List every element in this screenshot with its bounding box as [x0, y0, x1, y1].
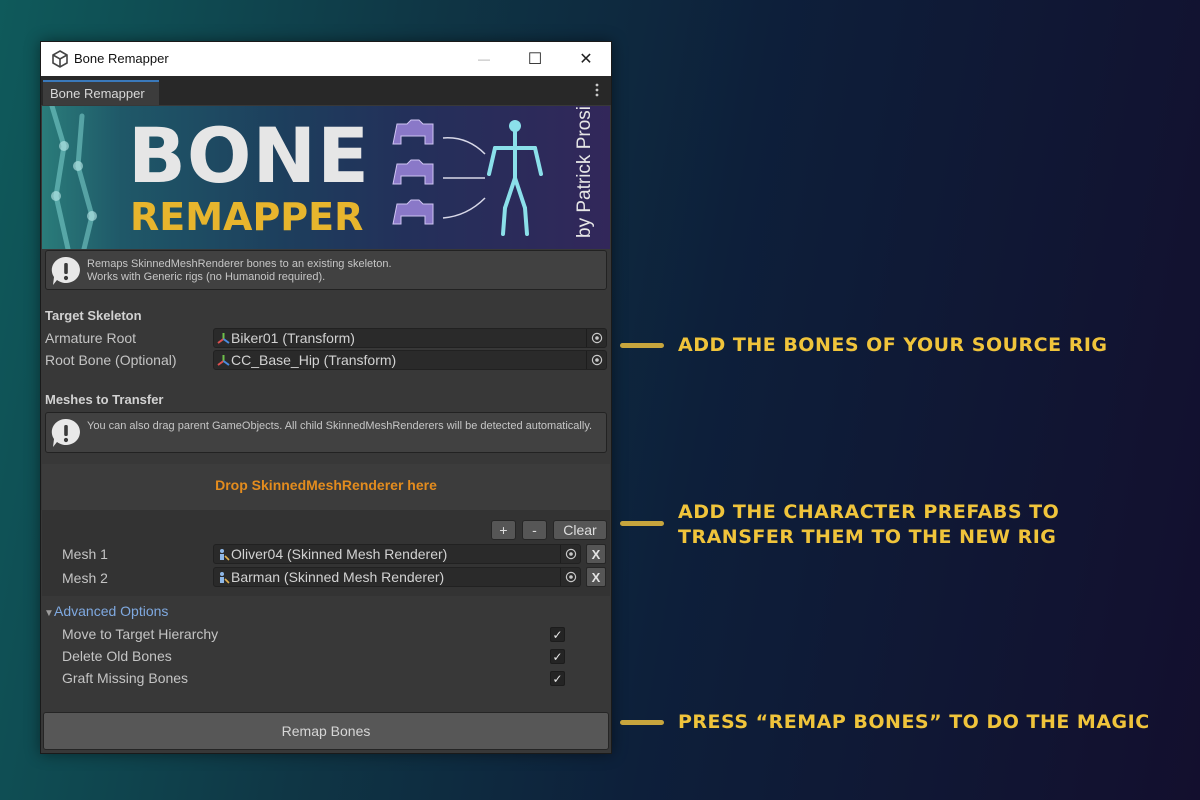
remove-mesh-1-label: X: [591, 546, 601, 562]
info-line-1: Remaps SkinnedMeshRenderer bones to an e…: [87, 258, 392, 270]
info-line-2: Works with Generic rigs (no Humanoid req…: [87, 271, 326, 283]
header-banner: BONE REMAPPER by Patrick Prosic: [42, 106, 610, 249]
transform-icon: [217, 333, 230, 344]
drop-zone-text: Drop SkinnedMeshRenderer here: [215, 477, 437, 493]
skeleton-silhouette-icon: [49, 106, 97, 249]
object-picker-icon: [591, 332, 602, 344]
title-bar: Bone Remapper — ☐ ✕: [41, 42, 611, 76]
remove-mesh-label: -: [532, 522, 537, 538]
info-helpbox: Remaps SkinnedMeshRenderer bones to an e…: [45, 250, 607, 290]
info-warning-icon: [51, 418, 80, 447]
callout-line-1: [620, 343, 664, 348]
maximize-icon: ☐: [527, 51, 543, 68]
info-warning-icon: [51, 256, 80, 285]
minimize-icon: —: [478, 52, 490, 66]
mesh-1-picker[interactable]: [560, 545, 580, 563]
remove-mesh-2-button[interactable]: X: [586, 567, 606, 587]
info-text: Remaps SkinnedMeshRenderer bones to an e…: [87, 258, 597, 284]
clear-meshes-label: Clear: [563, 522, 597, 538]
add-mesh-button[interactable]: +: [491, 520, 516, 540]
object-picker-icon: [565, 548, 576, 560]
transform-icon: [217, 355, 230, 366]
root-bone-value: CC_Base_Hip (Transform): [231, 352, 397, 368]
root-bone-picker[interactable]: [586, 351, 606, 369]
tab-label: Bone Remapper: [50, 86, 145, 101]
clear-meshes-button[interactable]: Clear: [553, 520, 607, 540]
foldout-arrow-icon: ▼: [44, 608, 54, 619]
maximize-button[interactable]: ☐: [522, 46, 548, 72]
mesh-1-field[interactable]: Oliver04 (Skinned Mesh Renderer): [213, 544, 581, 564]
banner-author: by Patrick Prosic: [574, 106, 595, 238]
remap-bones-button[interactable]: Remap Bones: [43, 712, 609, 750]
callout-line-2: [620, 521, 664, 526]
mesh-to-skeleton-illustration-icon: [392, 119, 543, 236]
banner-subtitle: REMAPPER: [130, 195, 364, 239]
option-delete-old-bones-checkbox[interactable]: ✓: [550, 649, 565, 664]
add-mesh-label: +: [499, 522, 508, 538]
close-icon: ✕: [579, 51, 593, 68]
callout-prefabs: ADD THE CHARACTER PREFABS TO TRANSFER TH…: [678, 500, 1059, 550]
unity-logo-icon: [52, 50, 68, 68]
banner-title: BONE: [128, 111, 371, 200]
option-delete-old-bones-label: Delete Old Bones: [62, 648, 172, 664]
mesh-2-value: Barman (Skinned Mesh Renderer): [231, 569, 445, 585]
mesh-drop-zone[interactable]: Drop SkinnedMeshRenderer here: [42, 464, 610, 510]
option-move-hierarchy-label: Move to Target Hierarchy: [62, 626, 219, 642]
armature-root-value: Biker01 (Transform): [231, 330, 355, 346]
tab-bone-remapper[interactable]: Bone Remapper: [43, 80, 159, 105]
callout-line-3: [620, 720, 664, 725]
meshes-helpbox: You can also drag parent GameObjects. Al…: [45, 412, 607, 453]
option-move-hierarchy-checkbox[interactable]: ✓: [550, 627, 565, 642]
callout-prefabs-line-1: ADD THE CHARACTER PREFABS TO: [678, 501, 1060, 523]
target-skeleton-title: Target Skeleton: [45, 308, 142, 323]
armature-root-label: Armature Root: [45, 330, 137, 346]
mesh-1-label: Mesh 1: [62, 546, 108, 562]
object-picker-icon: [591, 354, 602, 366]
checkmark-icon: ✓: [552, 671, 563, 686]
callout-source-rig: ADD THE BONES OF YOUR SOURCE RIG: [678, 334, 1108, 356]
close-button[interactable]: ✕: [573, 46, 599, 72]
armature-root-picker[interactable]: [586, 329, 606, 347]
callout-prefabs-line-2: TRANSFER THEM TO THE NEW RIG: [678, 526, 1057, 548]
minimize-button[interactable]: —: [471, 46, 497, 72]
mesh-2-field[interactable]: Barman (Skinned Mesh Renderer): [213, 567, 581, 587]
mesh-2-label: Mesh 2: [62, 570, 108, 586]
root-bone-field[interactable]: CC_Base_Hip (Transform): [213, 350, 607, 370]
window-title: Bone Remapper: [74, 51, 169, 66]
mesh-2-picker[interactable]: [560, 568, 580, 586]
option-graft-missing-bones-checkbox[interactable]: ✓: [550, 671, 565, 686]
remove-mesh-2-label: X: [591, 569, 601, 585]
bone-remapper-window: Bone Remapper — ☐ ✕ Bone Remapper BONE R…: [40, 41, 612, 754]
advanced-options-foldout[interactable]: ▼Advanced Options: [44, 603, 168, 619]
skinned-mesh-icon: [220, 549, 230, 561]
remap-bones-label: Remap Bones: [281, 723, 371, 739]
more-options-icon[interactable]: [589, 82, 605, 98]
remove-mesh-1-button[interactable]: X: [586, 544, 606, 564]
remove-mesh-button[interactable]: -: [522, 520, 547, 540]
object-picker-icon: [565, 571, 576, 583]
mesh-1-value: Oliver04 (Skinned Mesh Renderer): [231, 546, 448, 562]
advanced-options-label: Advanced Options: [54, 603, 169, 619]
armature-root-field[interactable]: Biker01 (Transform): [213, 328, 607, 348]
root-bone-label: Root Bone (Optional): [45, 352, 177, 368]
tab-bar: Bone Remapper: [41, 76, 611, 105]
meshes-title: Meshes to Transfer: [45, 392, 164, 407]
meshes-help-text: You can also drag parent GameObjects. Al…: [87, 420, 593, 432]
option-graft-missing-bones-label: Graft Missing Bones: [62, 670, 189, 686]
checkmark-icon: ✓: [552, 649, 563, 664]
skinned-mesh-icon: [220, 572, 230, 584]
checkmark-icon: ✓: [552, 627, 563, 642]
callout-remap: PRESS “REMAP BONES” TO DO THE MAGIC: [678, 711, 1150, 733]
